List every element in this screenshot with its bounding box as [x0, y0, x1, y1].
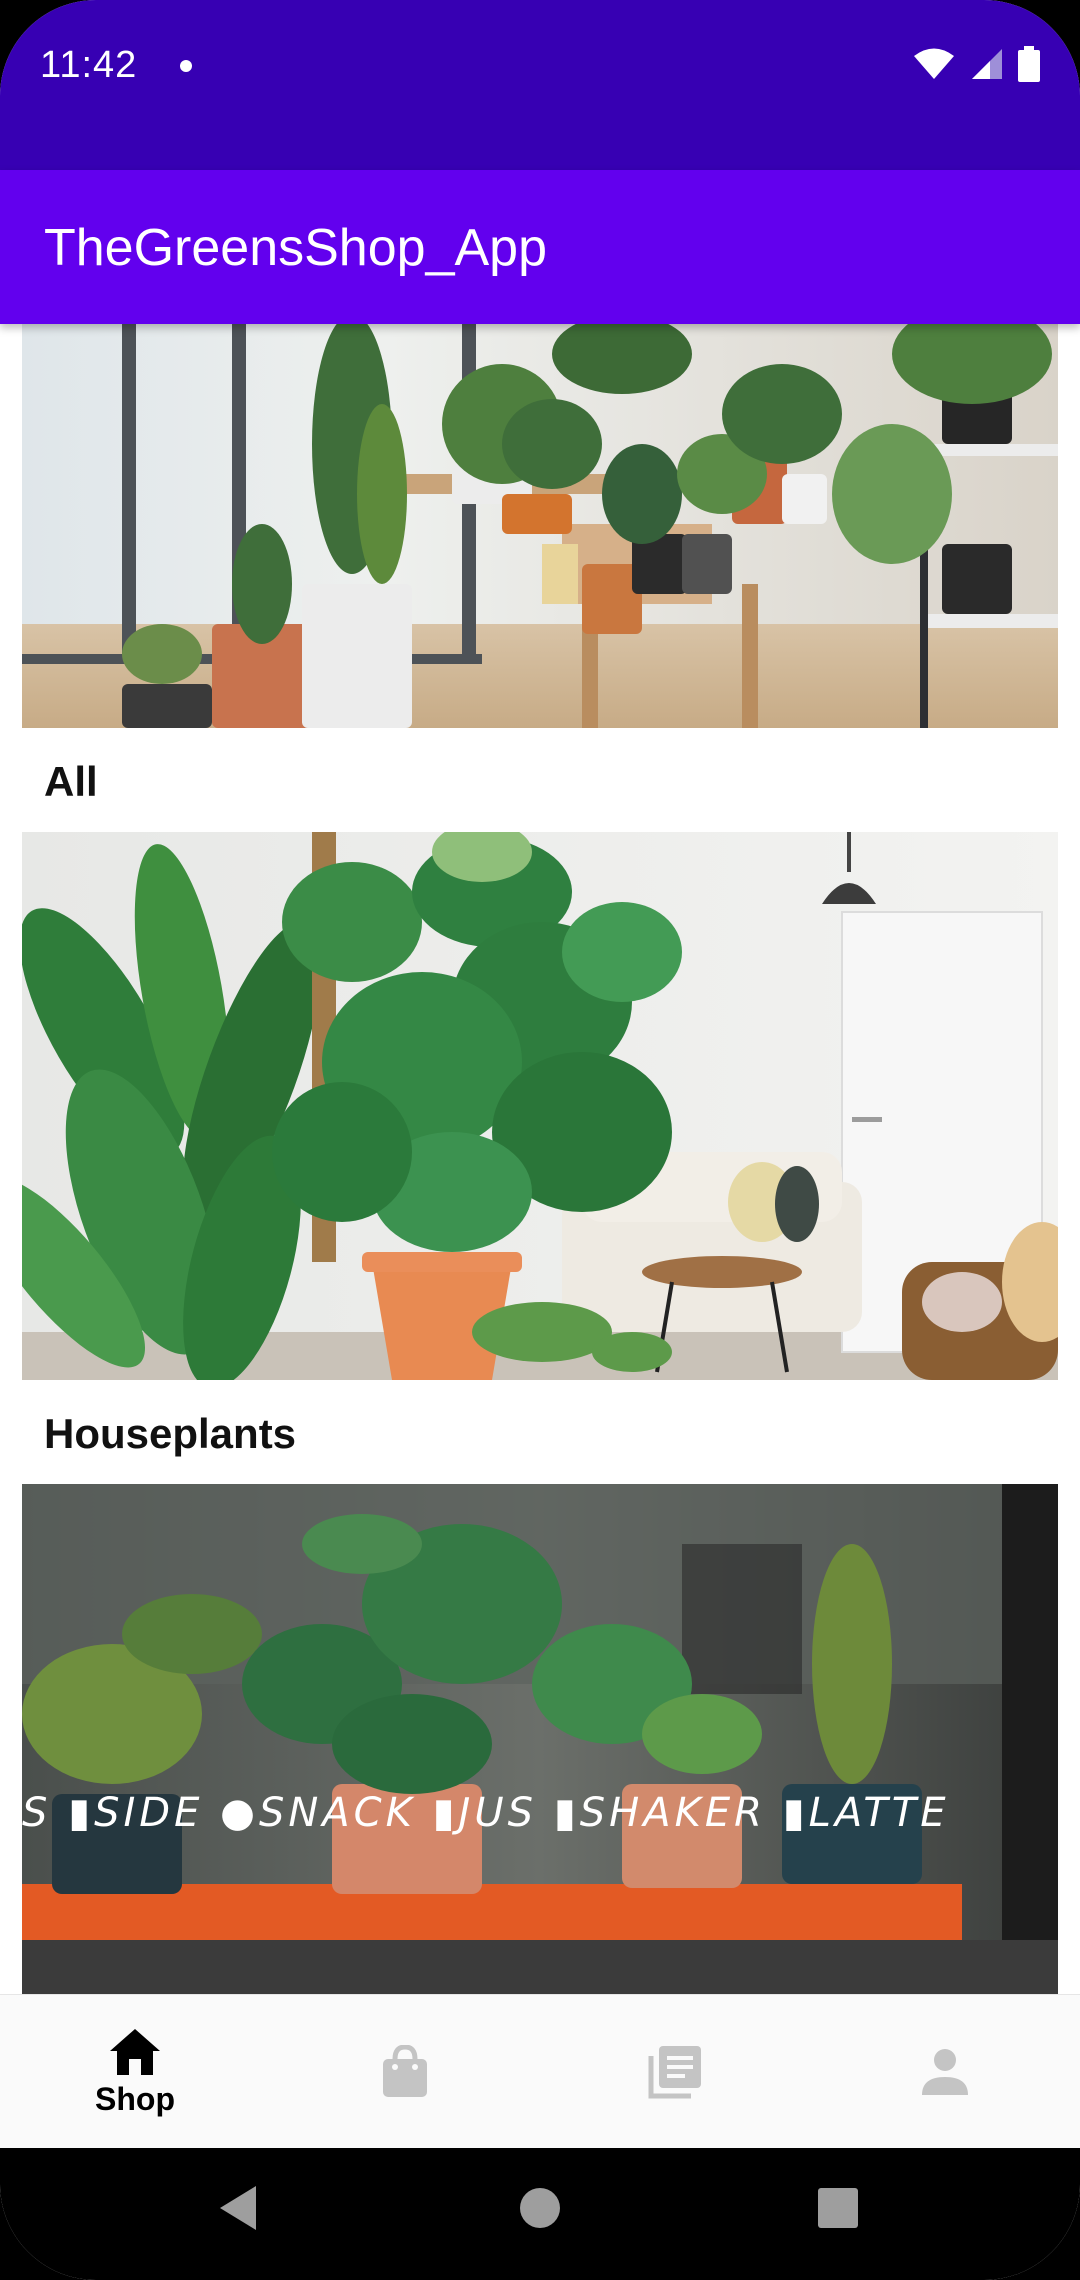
- status-time: 11:42: [40, 44, 138, 86]
- category-label-all[interactable]: All: [44, 758, 98, 806]
- person-icon: [922, 2049, 968, 2095]
- nav-label-shop: Shop: [95, 2080, 175, 2117]
- cellular-icon: [972, 49, 1002, 79]
- home-circle-icon[interactable]: [518, 2184, 562, 2232]
- home-icon: [110, 2028, 160, 2075]
- nav-item-profile[interactable]: [810, 1995, 1080, 2149]
- nav-item-shop[interactable]: Shop: [0, 1995, 270, 2149]
- recents-icon[interactable]: [816, 2184, 860, 2232]
- app-bar: TheGreensShop_App: [0, 170, 1080, 324]
- svg-text:S ▮SIDE ●SNACK ▮JUS ▮SHAKER ▮L: S ▮SIDE ●SNACK ▮JUS ▮SHAKER ▮LATTE: [22, 1790, 949, 1836]
- back-icon[interactable]: [216, 2184, 260, 2232]
- category-label-houseplants[interactable]: Houseplants: [44, 1410, 296, 1458]
- category-image-houseplants[interactable]: S ▮SIDE ●SNACK ▮JUS ▮SHAKER ▮LATTE: [22, 1484, 1058, 1994]
- battery-icon: [1018, 46, 1040, 82]
- cafe-window-plants-photo: S ▮SIDE ●SNACK ▮JUS ▮SHAKER ▮LATTE: [22, 1484, 1058, 1994]
- phone-screen: 11:42 TheGreensShop_App All Houseplants …: [0, 0, 1080, 2280]
- category-list[interactable]: All Houseplants S ▮SIDE ●SNACK ▮JUS ▮SHA…: [0, 324, 1080, 1994]
- shopping-bag-icon: [383, 2045, 427, 2097]
- bottom-navigation: Shop: [0, 1994, 1080, 2149]
- banner-image[interactable]: [22, 324, 1058, 728]
- system-navigation-bar: [0, 2148, 1080, 2280]
- category-image-all[interactable]: [22, 832, 1058, 1380]
- plants-interior-photo: [22, 324, 1058, 728]
- notification-dot: [180, 60, 192, 72]
- status-bar: 11:42: [0, 0, 1080, 170]
- wifi-icon: [914, 48, 954, 79]
- nav-item-library[interactable]: [540, 1995, 810, 2149]
- library-icon: [648, 2046, 701, 2099]
- status-icons: [912, 46, 1040, 82]
- nav-item-bag[interactable]: [270, 1995, 540, 2149]
- living-room-plants-photo: [22, 832, 1058, 1380]
- app-title: TheGreensShop_App: [44, 219, 548, 277]
